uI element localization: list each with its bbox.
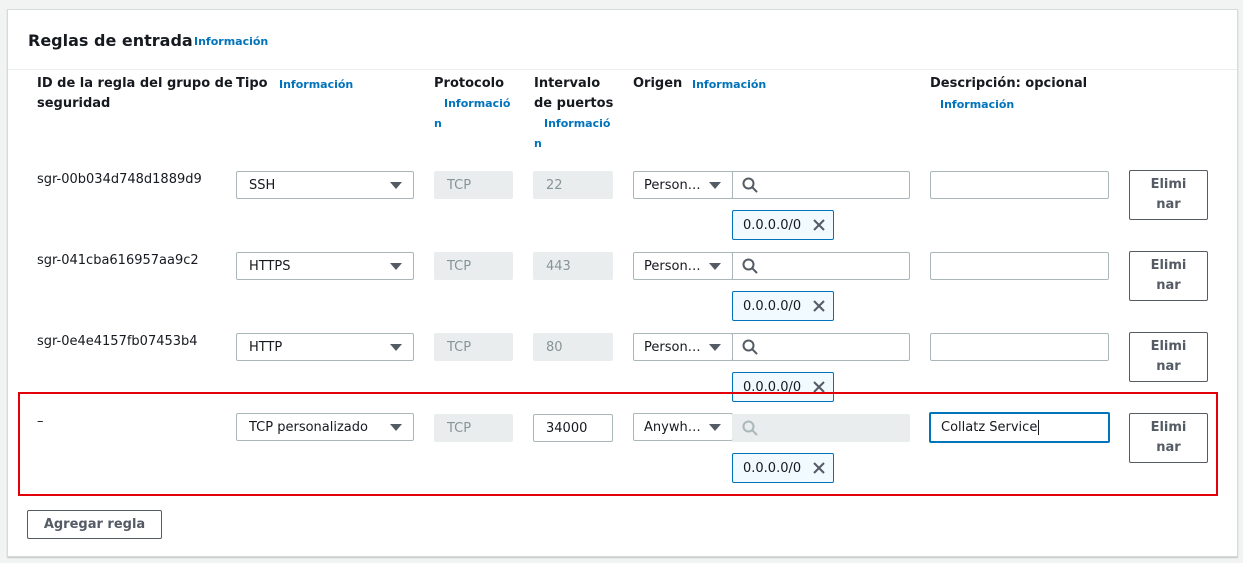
source-type-select[interactable]: Anywh…	[633, 413, 733, 441]
rule-id-header-line: seguridad	[37, 96, 111, 111]
source-type-select[interactable]: Person…	[633, 333, 733, 361]
delete-label-line: nar	[1156, 278, 1181, 293]
source-type-select[interactable]: Person…	[633, 171, 733, 199]
type-select-value: TCP personalizado	[249, 419, 368, 435]
description-info-link[interactable]: Información	[940, 95, 1014, 115]
description-input[interactable]	[930, 171, 1109, 199]
search-icon	[742, 339, 758, 355]
description-input[interactable]	[930, 252, 1109, 280]
info-link-line: n	[534, 137, 542, 150]
close-icon[interactable]	[812, 299, 826, 313]
caret-down-icon	[390, 344, 402, 351]
panel-header: Reglas de entrada Información	[8, 10, 1237, 70]
column-header-port-range: Intervalo de puertos	[534, 74, 613, 114]
cidr-token: 0.0.0.0/0	[732, 291, 834, 321]
caret-down-icon	[390, 424, 402, 431]
port-header-line: de puertos	[534, 96, 614, 111]
source-type-value: Anywh…	[644, 419, 701, 435]
delete-rule-button[interactable]: Elimi nar	[1129, 170, 1208, 220]
rule-id-header-line: ID de la regla del grupo de	[37, 76, 233, 91]
protocol-field: TCP	[434, 171, 513, 199]
close-icon[interactable]	[812, 380, 826, 394]
cidr-search-input	[732, 414, 910, 442]
search-icon	[742, 420, 758, 436]
description-input[interactable]: Collatz Service	[929, 412, 1110, 443]
cidr-token-label: 0.0.0.0/0	[743, 379, 802, 395]
delete-rule-button[interactable]: Elimi nar	[1129, 413, 1208, 463]
source-type-value: Person…	[644, 258, 701, 274]
delete-label-line: nar	[1156, 359, 1181, 374]
cidr-search-input[interactable]	[732, 333, 910, 361]
info-link-line: Informació	[444, 97, 511, 110]
port-range-input[interactable]: 34000	[533, 414, 613, 442]
type-select-value: HTTPS	[249, 258, 291, 274]
section-title: Reglas de entrada	[28, 31, 193, 50]
protocol-field: TCP	[434, 252, 513, 280]
type-select-value: SSH	[249, 177, 276, 193]
cidr-token: 0.0.0.0/0	[732, 372, 834, 402]
port-info-link[interactable]: Informació n	[534, 114, 610, 154]
source-type-value: Person…	[644, 339, 701, 355]
cidr-search-input[interactable]	[732, 171, 910, 199]
cidr-token-label: 0.0.0.0/0	[743, 298, 802, 314]
info-link-line: Informació	[544, 117, 611, 130]
delete-label-line: nar	[1156, 197, 1181, 212]
delete-rule-button[interactable]: Elimi nar	[1129, 251, 1208, 301]
caret-down-icon	[709, 424, 721, 431]
column-header-source: Origen	[633, 76, 683, 91]
rule-id: sgr-041cba616957aa9c2	[37, 253, 199, 268]
delete-label-line: Elimi	[1150, 177, 1187, 192]
delete-label-line: Elimi	[1150, 420, 1187, 435]
text-cursor	[1038, 420, 1040, 435]
description-input[interactable]	[930, 333, 1109, 361]
type-info-link[interactable]: Información	[279, 75, 353, 95]
port-range-field: 22	[533, 171, 613, 199]
protocol-info-link[interactable]: Informació n	[434, 94, 510, 134]
type-select[interactable]: TCP personalizado	[236, 413, 414, 441]
close-icon[interactable]	[812, 218, 826, 232]
type-select-value: HTTP	[249, 339, 283, 355]
protocol-field: TCP	[434, 333, 513, 361]
delete-label-line: nar	[1156, 440, 1181, 455]
column-header-description: Descripción: opcional	[930, 76, 1088, 91]
type-select[interactable]: HTTP	[236, 333, 414, 361]
port-header-line: Intervalo	[534, 76, 601, 91]
type-select[interactable]: HTTPS	[236, 252, 414, 280]
source-type-select[interactable]: Person…	[633, 252, 733, 280]
source-info-link[interactable]: Información	[692, 75, 766, 95]
rule-id: –	[37, 414, 44, 429]
caret-down-icon	[709, 344, 721, 351]
caret-down-icon	[709, 263, 721, 270]
cidr-token: 0.0.0.0/0	[732, 453, 834, 483]
type-select[interactable]: SSH	[236, 171, 414, 199]
search-icon	[742, 177, 758, 193]
description-input-value: Collatz Service	[941, 420, 1038, 435]
caret-down-icon	[709, 182, 721, 189]
delete-rule-button[interactable]: Elimi nar	[1129, 332, 1208, 382]
rule-id: sgr-00b034d748d1889d9	[37, 172, 202, 187]
delete-label-line: Elimi	[1150, 339, 1187, 354]
column-header-rule-id: ID de la regla del grupo de seguridad	[37, 74, 233, 114]
section-info-link[interactable]: Información	[194, 35, 268, 48]
rule-id: sgr-0e4e4157fb07453b4	[37, 334, 198, 349]
caret-down-icon	[390, 182, 402, 189]
delete-label-line: Elimi	[1150, 258, 1187, 273]
cidr-token-label: 0.0.0.0/0	[743, 460, 802, 476]
cidr-token: 0.0.0.0/0	[732, 210, 834, 240]
protocol-field: TCP	[434, 414, 513, 442]
port-range-field: 80	[533, 333, 613, 361]
search-icon	[742, 258, 758, 274]
cidr-search-input[interactable]	[732, 252, 910, 280]
cidr-token-label: 0.0.0.0/0	[743, 217, 802, 233]
column-header-type: Tipo	[236, 76, 268, 91]
source-type-value: Person…	[644, 177, 701, 193]
port-range-field: 443	[533, 252, 613, 280]
add-rule-button[interactable]: Agregar regla	[27, 510, 162, 539]
column-header-protocol: Protocolo	[434, 76, 505, 91]
info-link-line: n	[434, 117, 442, 130]
close-icon[interactable]	[812, 461, 826, 475]
caret-down-icon	[390, 263, 402, 270]
